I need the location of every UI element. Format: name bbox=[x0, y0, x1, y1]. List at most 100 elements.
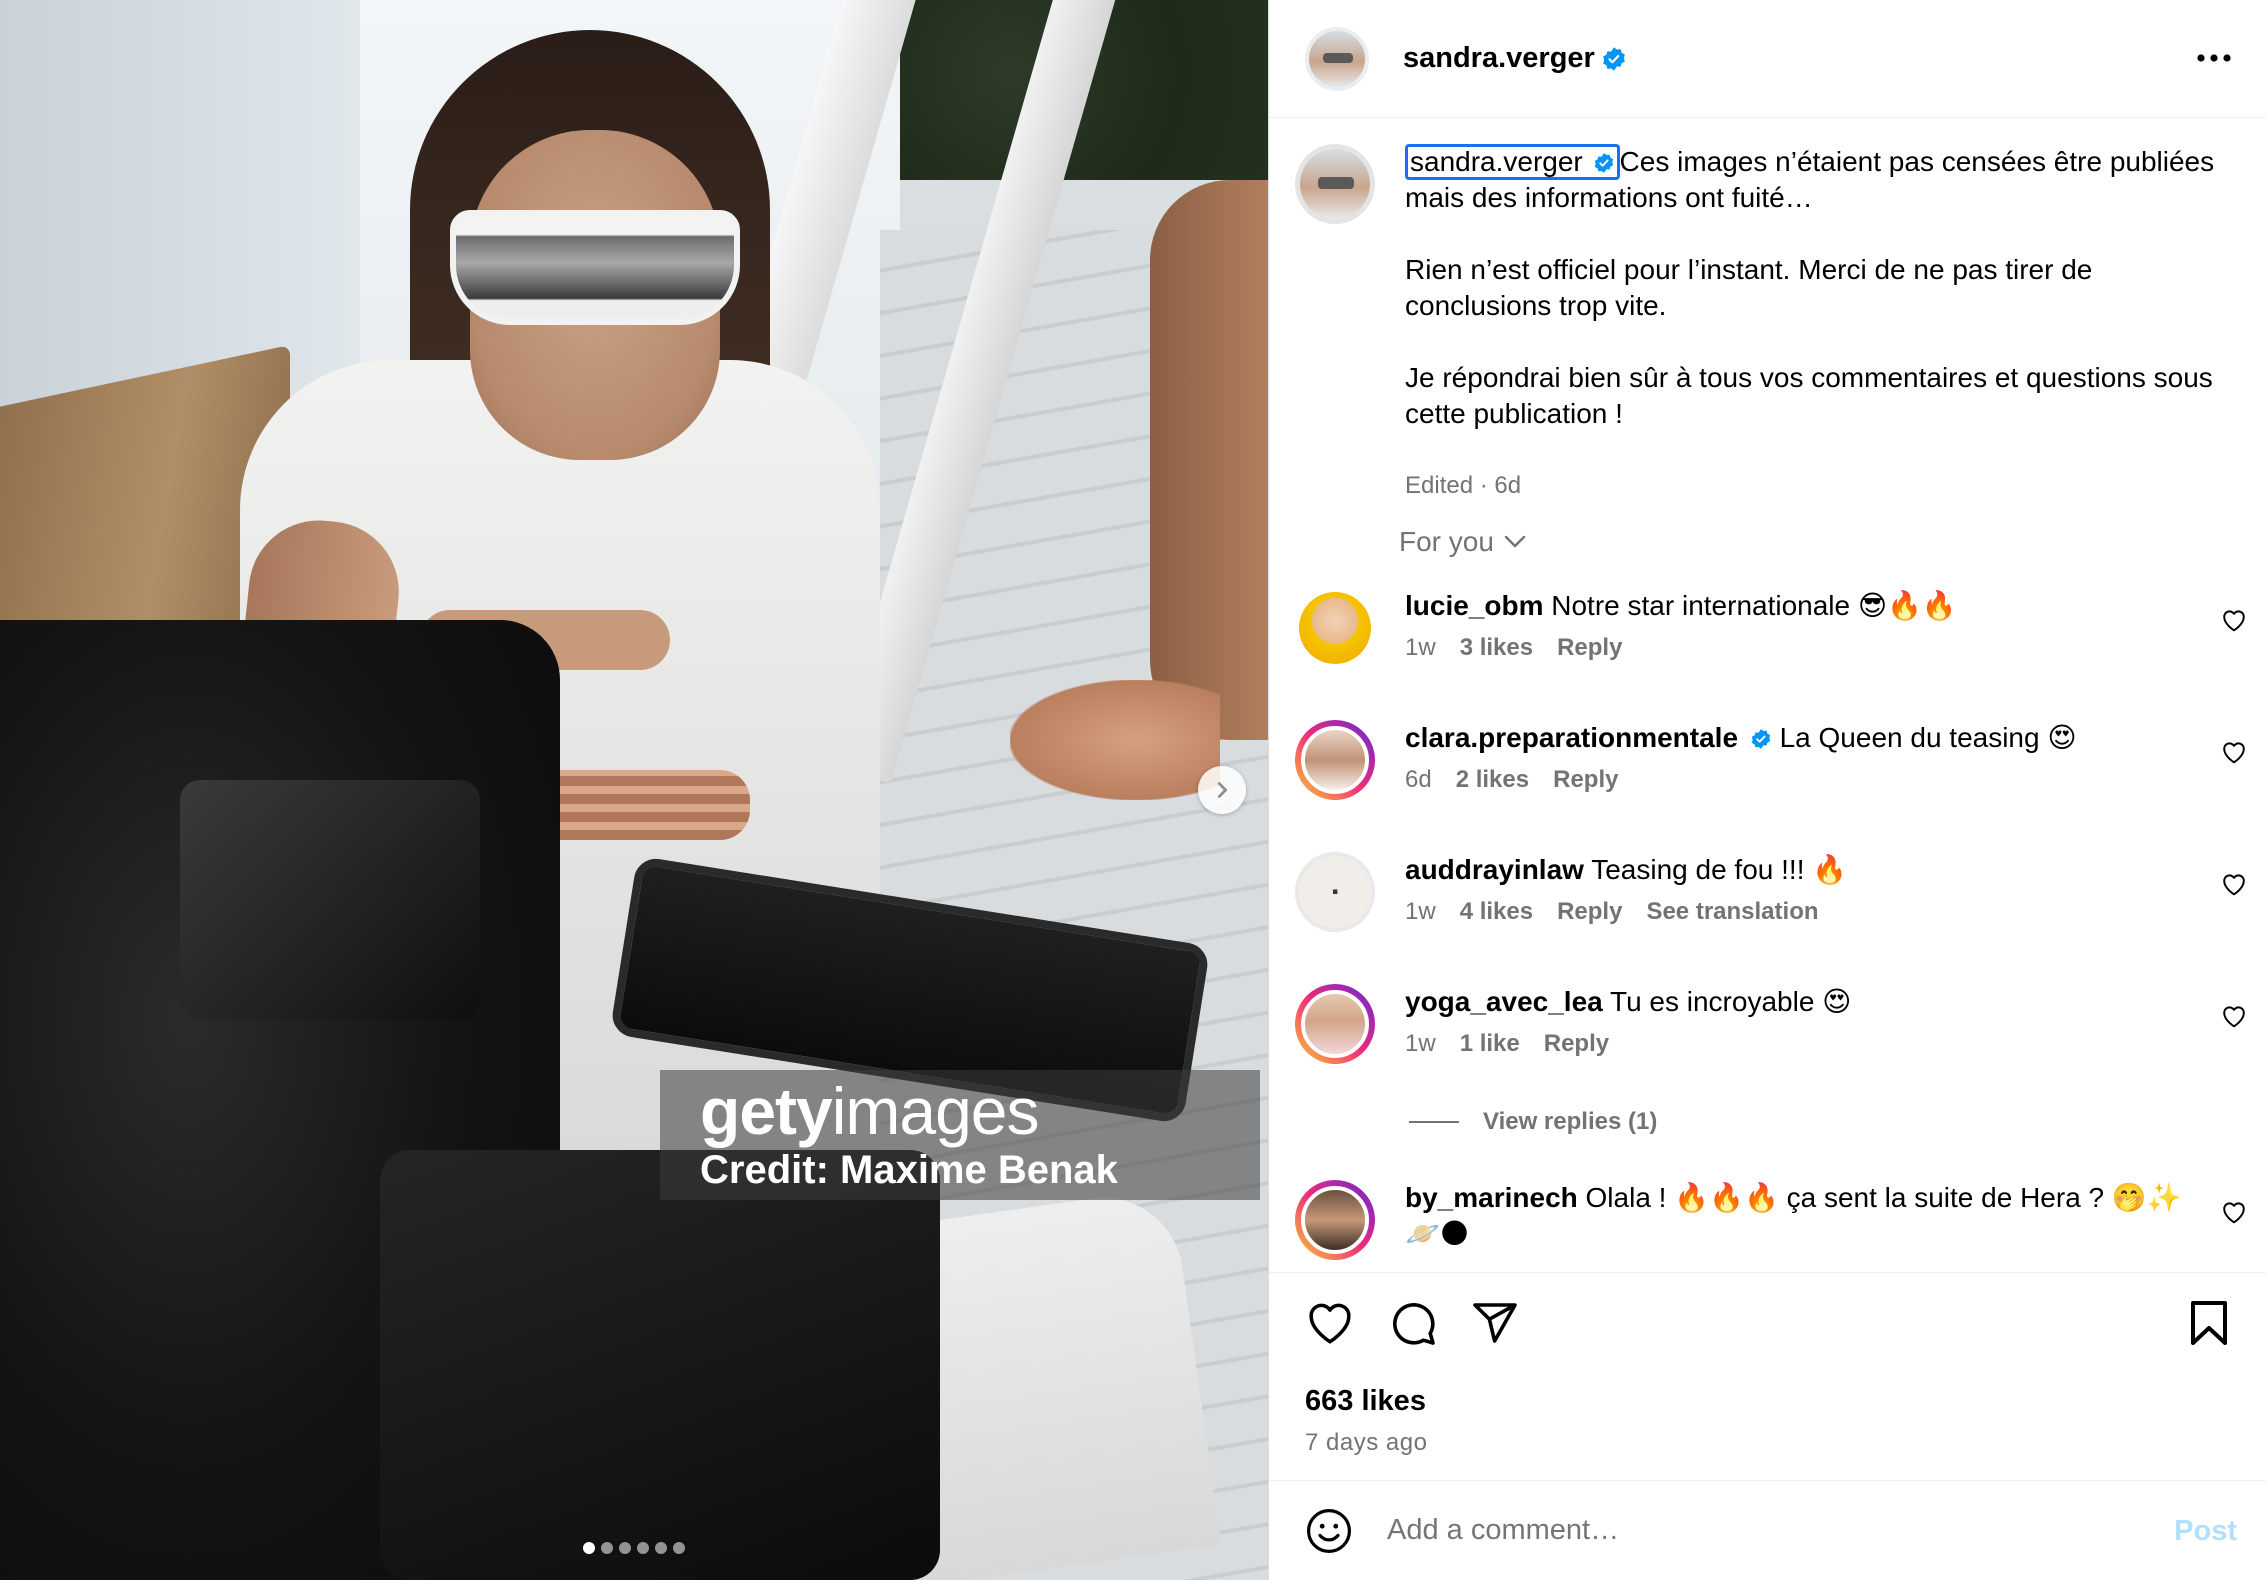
comment-likes[interactable]: 2 likes bbox=[1456, 766, 1529, 794]
heart-icon[interactable] bbox=[2221, 608, 2247, 632]
chevron-right-icon bbox=[1217, 782, 1228, 798]
comment-username[interactable]: by_marinech bbox=[1405, 1182, 1578, 1213]
comment-time: 1w bbox=[1405, 1030, 1436, 1057]
post-header: sandra.verger bbox=[1269, 0, 2266, 118]
emoji-icon[interactable] bbox=[1305, 1507, 1353, 1555]
comment-likes[interactable]: 1 like bbox=[1460, 1030, 1520, 1058]
comment-time: 1w bbox=[1405, 634, 1436, 661]
comment-item: ▪ auddrayinlaw Teasing de fou !!! 🔥 1w 4… bbox=[1295, 852, 2255, 932]
post-caption: sandra.verger Ces images n’étaient pas c… bbox=[1295, 144, 2235, 504]
photo-sunglasses bbox=[450, 210, 740, 325]
heart-icon[interactable] bbox=[2221, 740, 2247, 764]
bookmark-icon[interactable] bbox=[2187, 1299, 2231, 1347]
comment-reply-button[interactable]: Reply bbox=[1557, 634, 1622, 662]
post-comment-button[interactable]: Post bbox=[2174, 1515, 2237, 1548]
comments-filter-dropdown[interactable]: For you bbox=[1399, 526, 1526, 558]
like-count[interactable]: 663 likes bbox=[1305, 1385, 1426, 1418]
comment-item: lucie_obm Notre star internationale 😎🔥🔥 … bbox=[1295, 588, 2255, 668]
comment-meta: 6d 2 likes Reply bbox=[1405, 766, 2195, 794]
caption-username[interactable]: sandra.verger bbox=[1405, 144, 1620, 180]
commenter-avatar[interactable] bbox=[1295, 984, 1375, 1064]
caption-paragraph: Rien n’est officiel pour l’instant. Merc… bbox=[1405, 254, 2093, 321]
caption-paragraph: Je répondrai bien sûr à tous vos comment… bbox=[1405, 362, 2213, 429]
comment-username[interactable]: clara.preparationmentale bbox=[1405, 722, 1738, 753]
comment-username[interactable]: lucie_obm bbox=[1405, 590, 1543, 621]
carousel-next-button[interactable] bbox=[1198, 766, 1246, 814]
commenter-avatar[interactable]: ▪ bbox=[1295, 852, 1375, 932]
photo-camera-foreground bbox=[380, 1150, 940, 1580]
more-options-button[interactable] bbox=[2197, 40, 2231, 62]
comments-scroll-area[interactable]: sandra.verger Ces images n’étaient pas c… bbox=[1269, 118, 2266, 1270]
heart-icon[interactable] bbox=[2221, 1200, 2247, 1224]
action-icons-row bbox=[1305, 1299, 1519, 1347]
comment-body: by_marinech Olala ! 🔥🔥🔥 ça sent la suite… bbox=[1405, 1180, 2195, 1260]
commenter-avatar[interactable] bbox=[1295, 1180, 1375, 1260]
comment-likes[interactable]: 3 likes bbox=[1460, 634, 1533, 662]
comment-item: yoga_avec_lea Tu es incroyable 😍 1w 1 li… bbox=[1295, 984, 2255, 1064]
caption-paragraph: sandra.verger Ces images n’étaient pas c… bbox=[1405, 144, 2225, 216]
see-translation-button[interactable]: See translation bbox=[1646, 898, 1818, 926]
carousel-dot bbox=[637, 1542, 649, 1554]
heart-icon[interactable] bbox=[2221, 872, 2247, 896]
author-username[interactable]: sandra.verger bbox=[1403, 42, 1595, 75]
carousel-dot bbox=[583, 1542, 595, 1554]
post-actions: 663 likes 7 days ago bbox=[1269, 1272, 2266, 1480]
heart-icon[interactable] bbox=[2221, 1004, 2247, 1028]
comment-likes[interactable]: 4 likes bbox=[1460, 898, 1533, 926]
photo-camera-body bbox=[180, 780, 480, 1020]
caption-meta: Edited · 6d bbox=[1405, 472, 1522, 499]
add-comment-bar: Post bbox=[1269, 1480, 2266, 1580]
verified-icon bbox=[1594, 153, 1613, 173]
comment-icon[interactable] bbox=[1389, 1299, 1437, 1347]
comment-username[interactable]: yoga_avec_lea bbox=[1405, 986, 1603, 1017]
comment-text: auddrayinlaw Teasing de fou !!! 🔥 bbox=[1405, 854, 1848, 885]
post-detail-panel: sandra.verger sandra.verger Ces images n… bbox=[1268, 0, 2266, 1580]
view-replies-line bbox=[1409, 1121, 1459, 1123]
comment-time: 6d bbox=[1405, 766, 1432, 793]
view-replies-button[interactable]: View replies (1) bbox=[1409, 1108, 1657, 1136]
commenter-avatar[interactable] bbox=[1295, 588, 1375, 668]
carousel-dot bbox=[601, 1542, 613, 1554]
comment-text: lucie_obm Notre star internationale 😎🔥🔥 bbox=[1405, 590, 1957, 621]
comment-body: yoga_avec_lea Tu es incroyable 😍 1w 1 li… bbox=[1405, 984, 2195, 1064]
carousel-indicator bbox=[0, 1542, 1268, 1554]
author-avatar[interactable] bbox=[1305, 26, 1369, 91]
carousel-dot bbox=[619, 1542, 631, 1554]
photo-side-person bbox=[1150, 180, 1268, 740]
comment-body: auddrayinlaw Teasing de fou !!! 🔥 1w 4 l… bbox=[1405, 852, 2195, 932]
comment-reply-button[interactable]: Reply bbox=[1544, 1030, 1609, 1058]
comment-text: clara.preparationmentale La Queen du tea… bbox=[1405, 722, 2077, 753]
share-icon[interactable] bbox=[1471, 1299, 1519, 1347]
comment-meta: 1w 4 likes Reply See translation bbox=[1405, 898, 2195, 926]
carousel-dot bbox=[655, 1542, 667, 1554]
view-replies-label: View replies (1) bbox=[1483, 1108, 1658, 1135]
auddray-logo-icon: ▪ bbox=[1331, 887, 1339, 897]
comment-time: 1w bbox=[1405, 898, 1436, 925]
post-media[interactable]: getyimages Credit: Maxime Benak bbox=[0, 0, 1268, 1580]
comment-meta: 1w 3 likes Reply bbox=[1405, 634, 2195, 662]
comment-input[interactable] bbox=[1387, 1514, 2127, 1547]
comments-filter-label: For you bbox=[1399, 526, 1494, 557]
comment-text: by_marinech Olala ! 🔥🔥🔥 ça sent la suite… bbox=[1405, 1182, 2182, 1249]
verified-icon bbox=[1602, 46, 1625, 71]
comment-item: by_marinech Olala ! 🔥🔥🔥 ça sent la suite… bbox=[1295, 1180, 2255, 1260]
commenter-avatar[interactable] bbox=[1295, 720, 1375, 800]
watermark-logo: getyimages bbox=[700, 1074, 1039, 1148]
verified-icon bbox=[1751, 729, 1770, 749]
photo-watermark: getyimages Credit: Maxime Benak bbox=[660, 1070, 1260, 1200]
heart-icon[interactable] bbox=[1305, 1299, 1355, 1345]
caption-body: sandra.verger Ces images n’étaient pas c… bbox=[1405, 144, 2225, 504]
comment-username[interactable]: auddrayinlaw bbox=[1405, 854, 1584, 885]
comment-meta: 1w 1 like Reply bbox=[1405, 1030, 2195, 1058]
chevron-down-icon bbox=[1504, 535, 1526, 548]
carousel-dot bbox=[673, 1542, 685, 1554]
comment-reply-button[interactable]: Reply bbox=[1553, 766, 1618, 794]
comment-item: clara.preparationmentale La Queen du tea… bbox=[1295, 720, 2255, 800]
photo-hand bbox=[1010, 680, 1220, 800]
comment-reply-button[interactable]: Reply bbox=[1557, 898, 1622, 926]
comment-text: yoga_avec_lea Tu es incroyable 😍 bbox=[1405, 986, 1852, 1017]
comment-body: lucie_obm Notre star internationale 😎🔥🔥 … bbox=[1405, 588, 2195, 668]
watermark-credit: Credit: Maxime Benak bbox=[700, 1148, 1118, 1192]
caption-author-avatar[interactable] bbox=[1295, 144, 1375, 224]
comment-body: clara.preparationmentale La Queen du tea… bbox=[1405, 720, 2195, 800]
